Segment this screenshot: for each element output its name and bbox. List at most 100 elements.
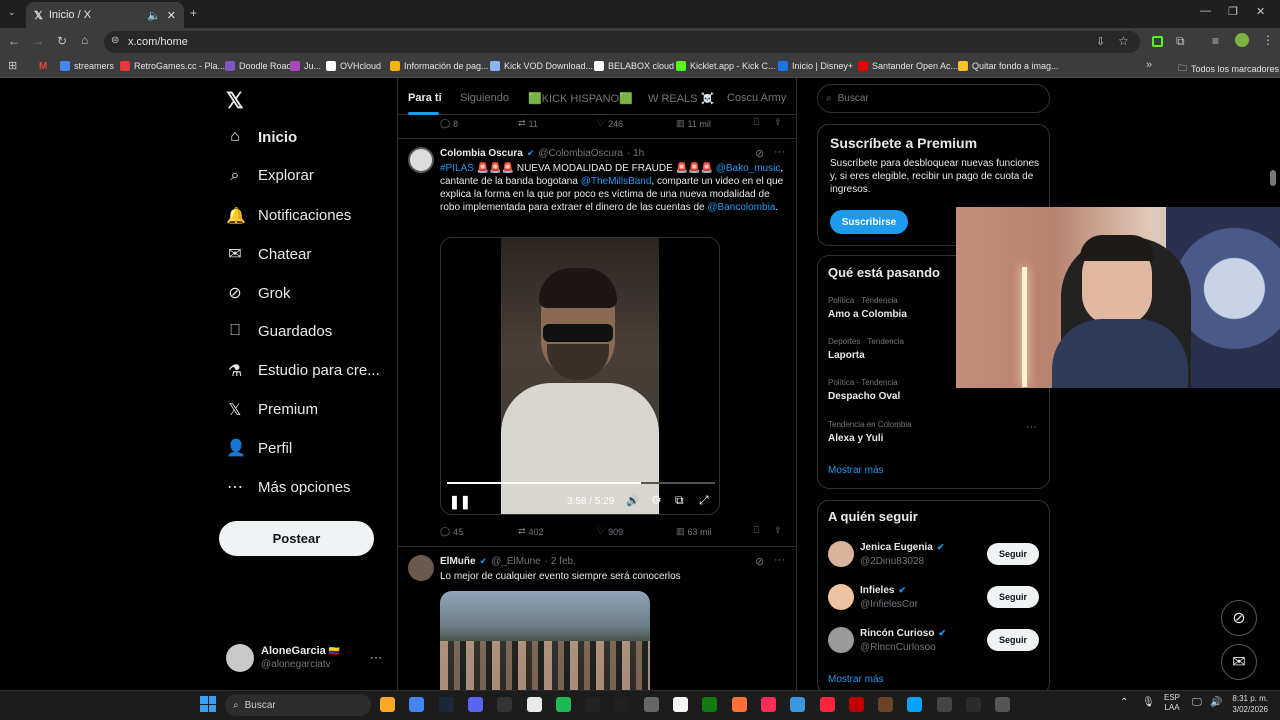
tab-w-reals[interactable]: W REALS ☠️	[648, 92, 714, 105]
microphone-icon[interactable]: 🎙	[1142, 697, 1155, 708]
bookmark-item[interactable]: Inicio | Disney+	[778, 61, 853, 71]
maximize-icon[interactable]: ❐	[1228, 5, 1238, 18]
like-action[interactable]: ♡ 909	[597, 526, 623, 537]
nav-item-estudio[interactable]: ⚗ Estudio para cre...	[226, 361, 380, 381]
trend-more-icon[interactable]: ···	[1026, 421, 1037, 433]
taskbar-app-icon[interactable]	[555, 697, 571, 712]
tweet2-time[interactable]: · 2 feb.	[545, 556, 576, 567]
trend-name[interactable]: Laporta	[828, 350, 865, 361]
reply-action[interactable]: ◯ 45	[440, 526, 463, 537]
tweet2-image[interactable]	[440, 591, 650, 690]
bookmark-item[interactable]: Kicklet.app - Kick C...	[676, 61, 776, 71]
tweet1-avatar[interactable]	[408, 147, 434, 173]
subscribe-button[interactable]: Suscribirse	[830, 210, 908, 234]
follow-name[interactable]: Rincón Curioso	[860, 628, 934, 639]
taskbar-app-icon[interactable]	[936, 697, 952, 712]
windows-start-icon[interactable]	[200, 696, 216, 712]
trend-name[interactable]: Amo a Colombia	[828, 309, 907, 320]
tab-coscu-army[interactable]: Coscu Army	[727, 92, 786, 104]
nav-item-perfil[interactable]: 👤 Perfil	[226, 438, 292, 458]
menu-icon[interactable]: ⋮	[1262, 33, 1274, 47]
extensions-puzzle-icon[interactable]: ⧉	[1176, 34, 1185, 49]
follow-name[interactable]: Infieles	[860, 585, 894, 596]
hashtag-link[interactable]: #PILAS	[440, 163, 474, 174]
page-scrollbar[interactable]	[1270, 170, 1276, 186]
language-indicator[interactable]: ESP LAA	[1164, 693, 1180, 713]
account-avatar[interactable]	[226, 644, 254, 672]
follow-avatar[interactable]	[828, 541, 854, 567]
nav-item-chatear[interactable]: ✉ Chatear	[226, 244, 311, 264]
taskbar-app-icon[interactable]	[409, 697, 425, 712]
taskbar-app-icon[interactable]	[614, 697, 630, 712]
tab-audio-icon[interactable]: 🔈	[147, 9, 161, 22]
tweet2-more-icon[interactable]: ···	[774, 554, 785, 566]
nav-item-grok[interactable]: ⊘ Grok	[226, 283, 290, 303]
video-progress-track[interactable]	[447, 482, 715, 484]
browser-tab[interactable]: 𝕏 Inicio / X 🔈 ✕	[26, 2, 184, 28]
bookmark-item[interactable]: streamers	[60, 61, 114, 71]
pause-icon[interactable]: ❚❚	[449, 494, 471, 510]
follow-button[interactable]: Seguir	[987, 543, 1039, 565]
follow-avatar[interactable]	[828, 627, 854, 653]
tab-siguiendo[interactable]: Siguiendo	[460, 92, 509, 104]
mention-bancolombia[interactable]: @Bancolombia	[707, 202, 775, 213]
follow-show-more[interactable]: Mostrar más	[828, 674, 884, 685]
gmail-icon[interactable]: M	[39, 61, 47, 72]
bookmark-item[interactable]: Kick VOD Download...	[490, 61, 593, 71]
extension-icon[interactable]	[1152, 36, 1163, 47]
volume-tray-icon[interactable]: 🔊	[1210, 697, 1222, 708]
nav-item-guardados[interactable]: ⎕ Guardados	[226, 322, 332, 340]
trend-name[interactable]: Despacho Oval	[828, 391, 900, 402]
network-icon[interactable]: 🖵	[1192, 697, 1202, 708]
forward-icon[interactable]: →	[32, 34, 44, 48]
picture-in-picture-icon[interactable]: ⧉	[675, 493, 684, 508]
media-icon[interactable]: ≡	[1212, 34, 1219, 48]
prev-bookmark-icon[interactable]: ⎕	[754, 117, 759, 128]
trends-show-more[interactable]: Mostrar más	[828, 465, 884, 476]
prev-share-icon[interactable]: ⇪	[774, 117, 782, 128]
nav-item-premium[interactable]: 𝕏 Premium	[226, 400, 318, 420]
nav-item-mas-opciones[interactable]: ⋯ Más opciones	[226, 477, 351, 497]
follow-button[interactable]: Seguir	[987, 629, 1039, 651]
search-box[interactable]: ⌕ Buscar	[817, 84, 1050, 113]
taskbar-app-icon[interactable]	[731, 697, 747, 712]
follow-name[interactable]: Jenica Eugenia	[860, 542, 933, 553]
prev-reply-action[interactable]: ◯ 8	[440, 118, 458, 129]
repost-action[interactable]: ⇄ 402	[518, 526, 544, 537]
bookmark-item[interactable]: OVHcloud	[326, 61, 381, 71]
back-icon[interactable]: ←	[8, 34, 20, 48]
apps-grid-icon[interactable]: ⊞	[8, 59, 17, 72]
account-more-icon[interactable]: ···	[370, 650, 382, 664]
taskbar-app-icon[interactable]	[585, 697, 601, 712]
prev-views-action[interactable]: ▥ 11 mil	[676, 118, 711, 129]
taskbar-search[interactable]: ⌕ Buscar	[225, 694, 371, 716]
minimize-icon[interactable]: —	[1200, 5, 1211, 17]
taskbar-app-icon[interactable]	[995, 697, 1011, 712]
home-icon[interactable]: ⌂	[81, 33, 88, 47]
settings-gear-icon[interactable]: ⚙	[651, 493, 662, 507]
taskbar-app-icon[interactable]	[819, 697, 835, 712]
tweet1-author[interactable]: Colombia Oscura	[440, 148, 523, 159]
taskbar-app-icon[interactable]	[907, 697, 923, 712]
bookmark-item[interactable]: Santander Open Ac...	[858, 61, 958, 71]
more-bookmarks-icon[interactable]: »	[1146, 59, 1152, 71]
tray-chevron-icon[interactable]: ⌃	[1120, 697, 1128, 708]
tweet2-handle[interactable]: @_ElMune	[491, 556, 541, 567]
tweet2-avatar[interactable]	[408, 555, 434, 581]
taskbar-app-icon[interactable]	[966, 697, 981, 712]
views-action[interactable]: ▥ 63 mil	[676, 526, 712, 537]
mention-bako[interactable]: @Bako_music	[716, 163, 781, 174]
tab-para-ti[interactable]: Para ti	[408, 92, 442, 104]
taskbar-app-icon[interactable]	[467, 697, 483, 712]
grok-icon[interactable]: ⊘	[755, 555, 764, 568]
clock[interactable]: 8:31 p. m. 3/02/2026	[1228, 693, 1268, 715]
taskbar-app-icon[interactable]	[438, 697, 454, 712]
taskbar-app-icon[interactable]	[790, 697, 806, 712]
fullscreen-icon[interactable]: ⤢	[699, 493, 709, 508]
taskbar-app-icon[interactable]	[380, 697, 395, 712]
prev-like-action[interactable]: ♡ 246	[597, 118, 623, 129]
bookmark-star-icon[interactable]: ☆	[1118, 34, 1129, 48]
messages-float-icon[interactable]: ✉	[1221, 644, 1257, 680]
nav-item-explorar[interactable]: ⌕ Explorar	[226, 167, 314, 185]
nav-item-notificaciones[interactable]: 🔔 Notificaciones	[226, 206, 351, 226]
